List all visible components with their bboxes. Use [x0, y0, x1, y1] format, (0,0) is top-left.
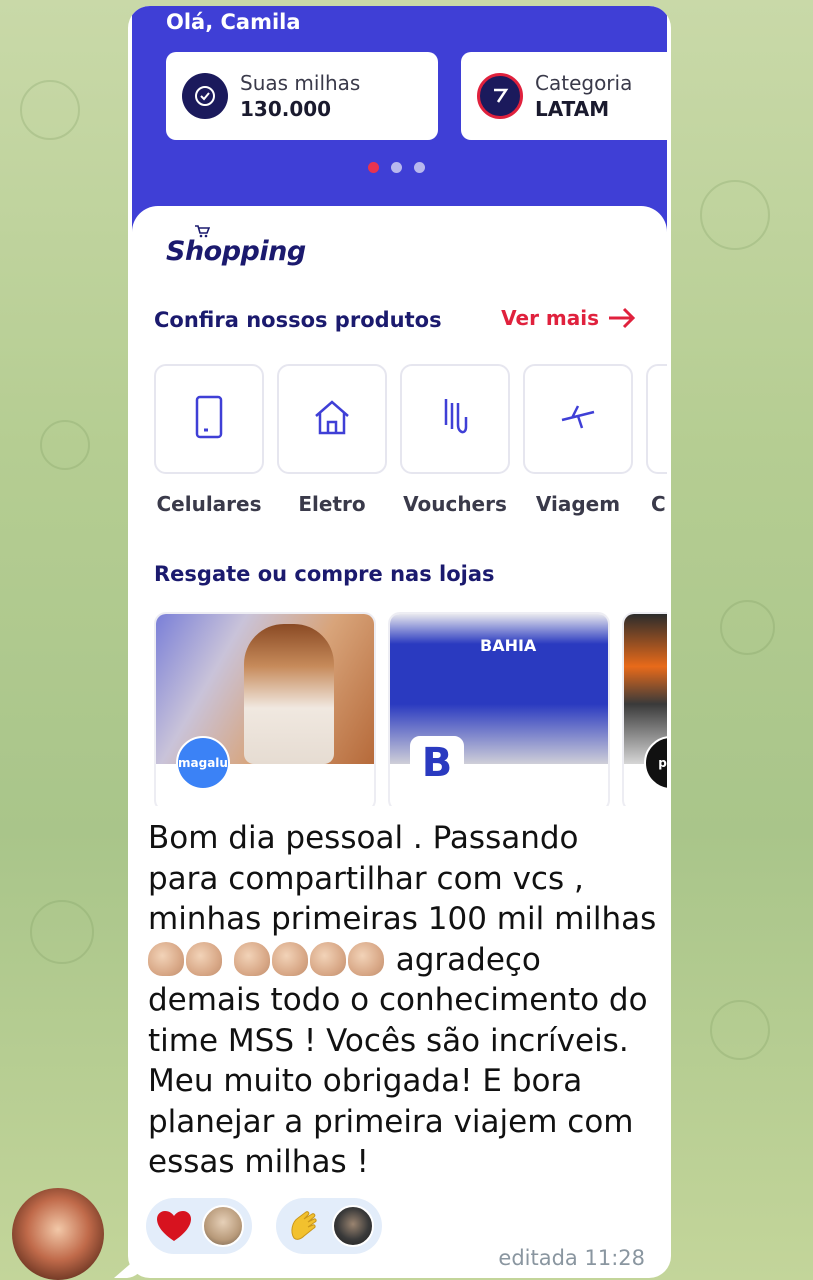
category-tile-eletro[interactable]	[277, 364, 387, 474]
category-tile-viagem[interactable]	[523, 364, 633, 474]
phone-icon	[194, 394, 224, 444]
greeting: Olá, Camila	[166, 10, 301, 34]
reaction-clap[interactable]	[276, 1198, 382, 1254]
category-label-eletro: Eletro	[298, 492, 366, 516]
carousel-dots	[368, 162, 425, 173]
background-doodle	[720, 600, 775, 655]
background-doodle	[30, 900, 94, 964]
shared-screenshot[interactable]: Olá, Camila Suas milhas 130.000 Categori…	[132, 6, 667, 806]
arrow-right-icon	[607, 307, 637, 330]
clap-icon	[284, 1206, 324, 1246]
sender-avatar[interactable]	[12, 1188, 104, 1280]
background-doodle	[40, 420, 90, 470]
see-more-label: Ver mais	[501, 306, 599, 330]
home-icon	[312, 398, 352, 440]
products-title: Confira nossos produtos	[154, 308, 442, 332]
category-label-more: C	[651, 492, 666, 516]
clapping-hands-emoji	[186, 941, 222, 976]
category-label-celulares: Celulares	[156, 492, 262, 516]
store-card-bahia[interactable]: BAHIA B	[388, 612, 610, 806]
miles-card: Suas milhas 130.000	[166, 52, 438, 140]
clapping-hands-emoji	[271, 941, 308, 976]
category-label-vouchers: Vouchers	[403, 492, 507, 516]
reactor-avatar	[332, 1205, 374, 1247]
category-label: Categoria	[535, 71, 633, 95]
category-tile-vouchers[interactable]	[400, 364, 510, 474]
heart-icon	[154, 1206, 194, 1246]
background-doodle	[700, 180, 770, 250]
carousel-dot-active	[368, 162, 379, 173]
store-logo: magalu	[176, 736, 230, 790]
shopping-logo: Shopping	[166, 236, 306, 267]
message-text: Bom dia pessoal . Passando para comparti…	[148, 818, 658, 1183]
category-card: Categoria LATAM	[461, 52, 667, 140]
plane-icon	[558, 402, 598, 436]
store-logo: B	[410, 736, 464, 790]
clapping-hands-emoji	[233, 941, 270, 976]
store-card-partial[interactable]: pon	[622, 612, 667, 806]
background-doodle	[20, 80, 80, 140]
message-text-part1: Bom dia pessoal . Passando para comparti…	[148, 820, 657, 937]
message-text-part2: agradeço demais todo o conhecimento do t…	[148, 941, 648, 1181]
voucher-icon	[440, 395, 470, 443]
clapping-hands-emoji	[309, 941, 346, 976]
stores-title: Resgate ou compre nas lojas	[154, 562, 495, 586]
clapping-hands-emoji	[148, 941, 184, 976]
see-more-link[interactable]: Ver mais	[501, 306, 637, 330]
clapping-hands-emoji	[347, 941, 384, 976]
miles-label: Suas milhas	[240, 71, 361, 95]
category-label-viagem: Viagem	[535, 492, 621, 516]
store-card-magalu[interactable]: magalu	[154, 612, 376, 806]
category-tile-more[interactable]	[646, 364, 667, 474]
reaction-heart[interactable]	[146, 1198, 252, 1254]
shopping-section: Shopping Confira nossos produtos Ver mai…	[132, 206, 667, 806]
message-timestamp: editada 11:28	[498, 1246, 645, 1270]
category-icon	[477, 73, 523, 119]
category-value: LATAM	[535, 97, 610, 121]
carousel-dot	[414, 162, 425, 173]
carousel-dot	[391, 162, 402, 173]
category-tile-celulares[interactable]	[154, 364, 264, 474]
miles-value: 130.000	[240, 97, 332, 121]
background-doodle	[710, 1000, 770, 1060]
message-bubble[interactable]: Olá, Camila Suas milhas 130.000 Categori…	[128, 6, 671, 1278]
miles-icon	[182, 73, 228, 119]
reactor-avatar	[202, 1205, 244, 1247]
